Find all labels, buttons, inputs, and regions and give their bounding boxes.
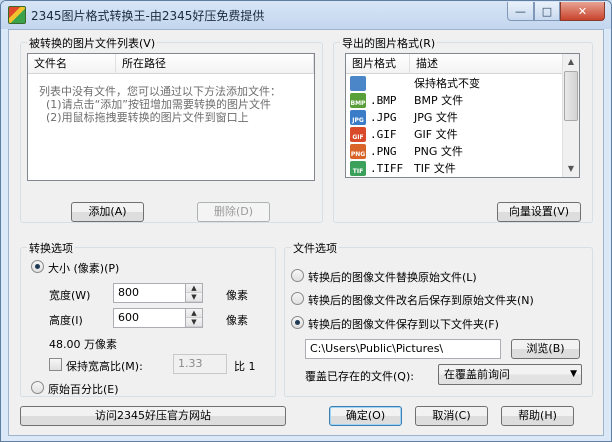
keep-ratio-label: 保持宽高比(M):: [66, 360, 143, 373]
format-description: JPG 文件: [414, 111, 458, 124]
width-label: 宽度(W): [49, 289, 91, 302]
minimize-icon: —: [515, 4, 526, 18]
maximize-button[interactable]: □: [534, 2, 560, 21]
overwrite-label: 覆盖已存在的文件(Q):: [305, 370, 414, 383]
keep-format-icon: [350, 76, 366, 91]
format-name: .JPG: [370, 111, 397, 124]
format-name: .GIF: [370, 128, 397, 141]
jpg-file-icon: JPG: [350, 110, 366, 125]
main-window: 2345图片格式转换王-由2345好压免费提供 — □ ✕ 被转换的图片文件列表…: [0, 0, 612, 442]
file-options-group-title: 文件选项: [291, 240, 339, 256]
scroll-up-icon[interactable]: ▲: [563, 54, 579, 70]
size-pixels-label: 大小 (像素)(P): [48, 262, 120, 275]
ok-button[interactable]: 确定(O): [329, 406, 402, 426]
spin-down-icon[interactable]: ▼: [186, 318, 202, 327]
height-spinner[interactable]: ▲ ▼: [186, 308, 203, 328]
width-input[interactable]: 800: [113, 283, 186, 303]
window-title: 2345图片格式转换王-由2345好压免费提供: [31, 9, 265, 23]
width-spinner[interactable]: ▲ ▼: [186, 283, 203, 303]
format-row[interactable]: JPG .JPG JPG 文件: [346, 109, 563, 126]
format-list-scrollbar[interactable]: ▲ ▼: [562, 54, 579, 177]
visit-website-button[interactable]: 访问2345好压官方网站: [20, 406, 286, 426]
file-list-group: 被转换的图片文件列表(V) 文件名 所在路径 列表中没有文件，您可以通过以下方法…: [20, 35, 323, 223]
convert-options-group: 转换选项 大小 (像素)(P) 宽度(W) 800 ▲ ▼ 像素 高度(I) 60…: [20, 240, 276, 397]
height-label: 高度(I): [49, 314, 83, 327]
save-to-folder-label: 转换后的图像文件保存到以下文件夹(F): [308, 318, 499, 331]
file-list-header: 文件名 所在路径: [28, 54, 314, 74]
format-description: BMP 文件: [414, 94, 464, 107]
close-button[interactable]: ✕: [560, 2, 605, 21]
dialog-client-area: 被转换的图片文件列表(V) 文件名 所在路径 列表中没有文件，您可以通过以下方法…: [8, 29, 604, 436]
height-unit-label: 像素: [226, 314, 248, 327]
megapixels-label: 48.00 万像素: [49, 338, 117, 351]
tiff-file-icon: TIF: [350, 161, 366, 176]
file-list-view[interactable]: 文件名 所在路径 列表中没有文件，您可以通过以下方法添加文件： (1)请点击“添…: [27, 53, 315, 181]
scroll-thumb[interactable]: [564, 71, 578, 121]
maximize-icon: □: [541, 4, 553, 18]
keep-ratio-checkbox[interactable]: [49, 358, 62, 371]
file-options-group: 文件选项 转换后的图像文件替换原始文件(L) 转换后的图像文件改名后保存到原始文…: [284, 240, 593, 397]
spin-up-icon[interactable]: ▲: [186, 309, 202, 318]
rename-save-radio[interactable]: [291, 292, 304, 305]
original-percent-label: 原始百分比(E): [48, 383, 119, 396]
format-list-view[interactable]: 图片格式 描述 保持格式不变 BMP .BMP BMP 文件 JPG .JPG JPG 文件…: [345, 53, 580, 178]
browse-button[interactable]: 浏览(B): [511, 339, 580, 359]
replace-original-label: 转换后的图像文件替换原始文件(L): [308, 271, 477, 284]
format-description: PNG 文件: [414, 145, 463, 158]
column-header-format[interactable]: 图片格式: [346, 54, 410, 74]
format-name: .TIFF: [370, 162, 404, 175]
format-row[interactable]: 保持格式不变: [346, 75, 563, 92]
format-description: 保持格式不变: [414, 77, 480, 90]
convert-options-group-title: 转换选项: [27, 240, 75, 256]
add-button[interactable]: 添加(A): [71, 202, 144, 222]
rename-save-label: 转换后的图像文件改名后保存到原始文件夹(N): [308, 294, 534, 307]
close-icon: ✕: [577, 4, 588, 18]
app-logo-icon: [8, 6, 26, 24]
column-header-path[interactable]: 所在路径: [116, 54, 314, 74]
format-row[interactable]: BMP .BMP BMP 文件: [346, 92, 563, 109]
column-header-description[interactable]: 描述: [410, 54, 564, 74]
vector-settings-button[interactable]: 向量设置(V): [497, 202, 581, 222]
minimize-button[interactable]: —: [507, 2, 534, 21]
format-list-header: 图片格式 描述: [346, 54, 564, 74]
help-button[interactable]: 帮助(H): [501, 406, 574, 426]
folder-path-input[interactable]: C:\Users\Public\Pictures\: [305, 339, 501, 359]
delete-button[interactable]: 删除(D): [197, 202, 270, 222]
ratio-input[interactable]: 1.33: [173, 354, 227, 374]
height-input[interactable]: 600: [113, 308, 186, 328]
scroll-down-icon[interactable]: ▼: [563, 161, 579, 177]
export-format-group-title: 导出的图片格式(R): [340, 35, 438, 51]
file-list-group-title: 被转换的图片文件列表(V): [27, 35, 158, 51]
format-name: .PNG: [370, 145, 397, 158]
ratio-suffix-label: 比 1: [234, 360, 256, 373]
chevron-down-icon: ▼: [570, 369, 577, 379]
export-format-group: 导出的图片格式(R) 图片格式 描述 保持格式不变 BMP .BMP BMP 文件 JP…: [333, 35, 593, 223]
gif-file-icon: GIF: [350, 127, 366, 142]
cancel-button[interactable]: 取消(C): [415, 406, 488, 426]
overwrite-dropdown[interactable]: 在覆盖前询问 ▼: [438, 364, 582, 385]
size-pixels-radio[interactable]: [31, 260, 44, 273]
column-header-filename[interactable]: 文件名: [28, 54, 116, 74]
format-name: .BMP: [370, 94, 397, 107]
format-row[interactable]: PNG .PNG PNG 文件: [346, 143, 563, 160]
png-file-icon: PNG: [350, 144, 366, 159]
format-row[interactable]: TIF .TIFF TIF 文件: [346, 160, 563, 177]
empty-list-message: 列表中没有文件，您可以通过以下方法添加文件： (1)请点击“添加”按钮增加需要转…: [39, 85, 281, 124]
title-bar[interactable]: 2345图片格式转换王-由2345好压免费提供 — □ ✕: [1, 1, 611, 29]
spin-up-icon[interactable]: ▲: [186, 284, 202, 293]
save-to-folder-radio[interactable]: [291, 316, 304, 329]
replace-original-radio[interactable]: [291, 269, 304, 282]
format-row[interactable]: GIF .GIF GIF 文件: [346, 126, 563, 143]
format-description: TIF 文件: [414, 162, 456, 175]
width-unit-label: 像素: [226, 289, 248, 302]
format-description: GIF 文件: [414, 128, 458, 141]
spin-down-icon[interactable]: ▼: [186, 293, 202, 302]
original-percent-radio[interactable]: [31, 381, 44, 394]
bmp-file-icon: BMP: [350, 93, 366, 108]
overwrite-dropdown-value: 在覆盖前询问: [444, 368, 510, 381]
